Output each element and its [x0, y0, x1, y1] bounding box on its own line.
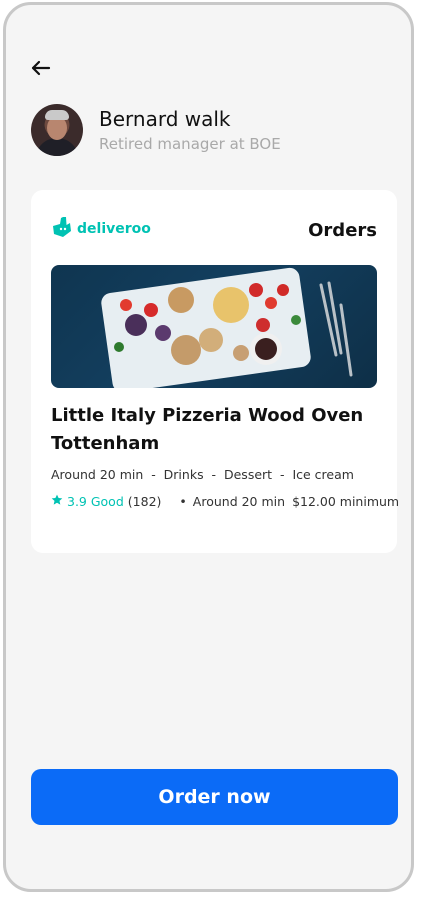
- restaurant-meta: Around 20 min - Drinks - Dessert - Ice c…: [51, 467, 354, 482]
- profile-header: Bernard walk Retired manager at BOE: [31, 102, 281, 158]
- orders-heading: Orders: [308, 220, 377, 241]
- minimum-order: $12.00 minimum: [292, 494, 400, 509]
- rating-count: (182): [127, 494, 162, 509]
- rating-row: 3.9 Good (182) • Around 20 min $12.00 mi…: [51, 494, 399, 509]
- profile-name: Bernard walk: [99, 107, 231, 131]
- order-now-button[interactable]: Order now: [31, 769, 398, 825]
- avatar[interactable]: [31, 104, 83, 156]
- brand-name: deliveroo: [77, 221, 151, 237]
- profile-subtitle: Retired manager at BOE: [99, 135, 281, 153]
- food-image: [51, 265, 377, 388]
- order-card[interactable]: deliveroo Orders Little Italy Pizzeria W…: [31, 190, 399, 553]
- delivery-duration: Around 20 min: [192, 494, 286, 509]
- separator-dot: •: [179, 494, 187, 509]
- rating-value: 3.9 Good: [67, 494, 124, 509]
- phone-frame: Bernard walk Retired manager at BOE deli…: [3, 2, 414, 892]
- restaurant-title[interactable]: Little Italy Pizzeria Wood Oven Tottenha…: [51, 402, 381, 458]
- brand-logo: deliveroo: [51, 216, 151, 242]
- deliveroo-logo-icon: [51, 216, 73, 242]
- star-icon: [51, 494, 63, 509]
- back-arrow-icon[interactable]: [28, 55, 54, 81]
